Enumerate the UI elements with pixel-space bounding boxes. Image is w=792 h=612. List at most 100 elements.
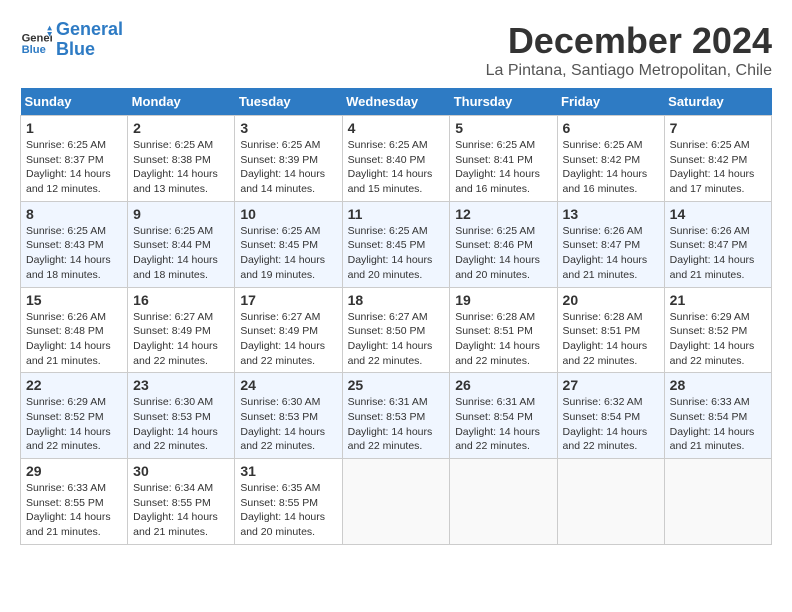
day-number: 19 — [455, 292, 551, 308]
header-tuesday: Tuesday — [235, 88, 342, 116]
calendar-cell: 11 Sunrise: 6:25 AM Sunset: 8:45 PM Dayl… — [342, 201, 450, 287]
calendar-cell — [664, 459, 771, 545]
day-number: 13 — [563, 206, 659, 222]
day-info: Sunrise: 6:25 AM Sunset: 8:38 PM Dayligh… — [133, 138, 229, 197]
calendar-cell: 24 Sunrise: 6:30 AM Sunset: 8:53 PM Dayl… — [235, 373, 342, 459]
calendar-cell: 18 Sunrise: 6:27 AM Sunset: 8:50 PM Dayl… — [342, 287, 450, 373]
calendar-cell: 30 Sunrise: 6:34 AM Sunset: 8:55 PM Dayl… — [128, 459, 235, 545]
day-number: 25 — [348, 377, 445, 393]
day-number: 21 — [670, 292, 766, 308]
day-info: Sunrise: 6:31 AM Sunset: 8:54 PM Dayligh… — [455, 395, 551, 454]
day-number: 14 — [670, 206, 766, 222]
day-info: Sunrise: 6:28 AM Sunset: 8:51 PM Dayligh… — [563, 310, 659, 369]
day-number: 8 — [26, 206, 122, 222]
svg-text:General: General — [22, 32, 52, 44]
title-block: December 2024 La Pintana, Santiago Metro… — [486, 20, 772, 80]
day-info: Sunrise: 6:33 AM Sunset: 8:55 PM Dayligh… — [26, 481, 122, 540]
day-info: Sunrise: 6:27 AM Sunset: 8:49 PM Dayligh… — [240, 310, 336, 369]
logo-icon: General Blue — [20, 24, 52, 56]
day-number: 29 — [26, 463, 122, 479]
day-number: 10 — [240, 206, 336, 222]
day-number: 28 — [670, 377, 766, 393]
day-number: 17 — [240, 292, 336, 308]
calendar-week-row: 29 Sunrise: 6:33 AM Sunset: 8:55 PM Dayl… — [21, 459, 772, 545]
calendar-cell: 9 Sunrise: 6:25 AM Sunset: 8:44 PM Dayli… — [128, 201, 235, 287]
location: La Pintana, Santiago Metropolitan, Chile — [486, 62, 772, 80]
day-number: 3 — [240, 120, 336, 136]
day-info: Sunrise: 6:31 AM Sunset: 8:53 PM Dayligh… — [348, 395, 445, 454]
header-thursday: Thursday — [450, 88, 557, 116]
day-info: Sunrise: 6:29 AM Sunset: 8:52 PM Dayligh… — [26, 395, 122, 454]
calendar-week-row: 22 Sunrise: 6:29 AM Sunset: 8:52 PM Dayl… — [21, 373, 772, 459]
calendar-cell — [342, 459, 450, 545]
calendar-cell: 3 Sunrise: 6:25 AM Sunset: 8:39 PM Dayli… — [235, 116, 342, 202]
logo-line2: Blue — [56, 39, 95, 59]
day-number: 5 — [455, 120, 551, 136]
header-friday: Friday — [557, 88, 664, 116]
day-info: Sunrise: 6:25 AM Sunset: 8:37 PM Dayligh… — [26, 138, 122, 197]
calendar-week-row: 15 Sunrise: 6:26 AM Sunset: 8:48 PM Dayl… — [21, 287, 772, 373]
day-number: 30 — [133, 463, 229, 479]
calendar-cell: 14 Sunrise: 6:26 AM Sunset: 8:47 PM Dayl… — [664, 201, 771, 287]
day-number: 31 — [240, 463, 336, 479]
calendar-cell: 21 Sunrise: 6:29 AM Sunset: 8:52 PM Dayl… — [664, 287, 771, 373]
calendar-cell: 4 Sunrise: 6:25 AM Sunset: 8:40 PM Dayli… — [342, 116, 450, 202]
day-number: 7 — [670, 120, 766, 136]
day-info: Sunrise: 6:30 AM Sunset: 8:53 PM Dayligh… — [133, 395, 229, 454]
day-info: Sunrise: 6:25 AM Sunset: 8:45 PM Dayligh… — [348, 224, 445, 283]
calendar-cell: 7 Sunrise: 6:25 AM Sunset: 8:42 PM Dayli… — [664, 116, 771, 202]
calendar-cell: 8 Sunrise: 6:25 AM Sunset: 8:43 PM Dayli… — [21, 201, 128, 287]
calendar-cell: 2 Sunrise: 6:25 AM Sunset: 8:38 PM Dayli… — [128, 116, 235, 202]
day-number: 27 — [563, 377, 659, 393]
day-info: Sunrise: 6:32 AM Sunset: 8:54 PM Dayligh… — [563, 395, 659, 454]
calendar-cell: 22 Sunrise: 6:29 AM Sunset: 8:52 PM Dayl… — [21, 373, 128, 459]
calendar-cell — [450, 459, 557, 545]
day-info: Sunrise: 6:26 AM Sunset: 8:47 PM Dayligh… — [563, 224, 659, 283]
day-number: 9 — [133, 206, 229, 222]
day-info: Sunrise: 6:25 AM Sunset: 8:42 PM Dayligh… — [563, 138, 659, 197]
calendar-cell: 28 Sunrise: 6:33 AM Sunset: 8:54 PM Dayl… — [664, 373, 771, 459]
calendar-cell: 12 Sunrise: 6:25 AM Sunset: 8:46 PM Dayl… — [450, 201, 557, 287]
day-number: 6 — [563, 120, 659, 136]
day-info: Sunrise: 6:25 AM Sunset: 8:41 PM Dayligh… — [455, 138, 551, 197]
calendar-cell: 6 Sunrise: 6:25 AM Sunset: 8:42 PM Dayli… — [557, 116, 664, 202]
calendar-cell: 29 Sunrise: 6:33 AM Sunset: 8:55 PM Dayl… — [21, 459, 128, 545]
day-info: Sunrise: 6:26 AM Sunset: 8:47 PM Dayligh… — [670, 224, 766, 283]
calendar-cell: 27 Sunrise: 6:32 AM Sunset: 8:54 PM Dayl… — [557, 373, 664, 459]
day-info: Sunrise: 6:25 AM Sunset: 8:46 PM Dayligh… — [455, 224, 551, 283]
calendar-cell: 10 Sunrise: 6:25 AM Sunset: 8:45 PM Dayl… — [235, 201, 342, 287]
day-info: Sunrise: 6:29 AM Sunset: 8:52 PM Dayligh… — [670, 310, 766, 369]
header-sunday: Sunday — [21, 88, 128, 116]
calendar-cell: 15 Sunrise: 6:26 AM Sunset: 8:48 PM Dayl… — [21, 287, 128, 373]
calendar-table: SundayMondayTuesdayWednesdayThursdayFrid… — [20, 88, 772, 545]
day-number: 18 — [348, 292, 445, 308]
calendar-cell: 26 Sunrise: 6:31 AM Sunset: 8:54 PM Dayl… — [450, 373, 557, 459]
day-info: Sunrise: 6:25 AM Sunset: 8:44 PM Dayligh… — [133, 224, 229, 283]
calendar-cell: 31 Sunrise: 6:35 AM Sunset: 8:55 PM Dayl… — [235, 459, 342, 545]
calendar-cell: 25 Sunrise: 6:31 AM Sunset: 8:53 PM Dayl… — [342, 373, 450, 459]
day-info: Sunrise: 6:28 AM Sunset: 8:51 PM Dayligh… — [455, 310, 551, 369]
day-number: 4 — [348, 120, 445, 136]
svg-text:Blue: Blue — [22, 44, 46, 56]
day-number: 20 — [563, 292, 659, 308]
calendar-cell: 20 Sunrise: 6:28 AM Sunset: 8:51 PM Dayl… — [557, 287, 664, 373]
day-info: Sunrise: 6:34 AM Sunset: 8:55 PM Dayligh… — [133, 481, 229, 540]
day-info: Sunrise: 6:25 AM Sunset: 8:42 PM Dayligh… — [670, 138, 766, 197]
logo: General Blue General Blue — [20, 20, 123, 60]
day-info: Sunrise: 6:25 AM Sunset: 8:45 PM Dayligh… — [240, 224, 336, 283]
calendar-cell: 19 Sunrise: 6:28 AM Sunset: 8:51 PM Dayl… — [450, 287, 557, 373]
day-number: 22 — [26, 377, 122, 393]
day-number: 24 — [240, 377, 336, 393]
day-info: Sunrise: 6:27 AM Sunset: 8:49 PM Dayligh… — [133, 310, 229, 369]
day-number: 16 — [133, 292, 229, 308]
calendar-header-row: SundayMondayTuesdayWednesdayThursdayFrid… — [21, 88, 772, 116]
header-wednesday: Wednesday — [342, 88, 450, 116]
calendar-cell: 13 Sunrise: 6:26 AM Sunset: 8:47 PM Dayl… — [557, 201, 664, 287]
day-number: 12 — [455, 206, 551, 222]
header-monday: Monday — [128, 88, 235, 116]
day-info: Sunrise: 6:30 AM Sunset: 8:53 PM Dayligh… — [240, 395, 336, 454]
day-number: 23 — [133, 377, 229, 393]
day-info: Sunrise: 6:27 AM Sunset: 8:50 PM Dayligh… — [348, 310, 445, 369]
calendar-cell: 5 Sunrise: 6:25 AM Sunset: 8:41 PM Dayli… — [450, 116, 557, 202]
header-saturday: Saturday — [664, 88, 771, 116]
